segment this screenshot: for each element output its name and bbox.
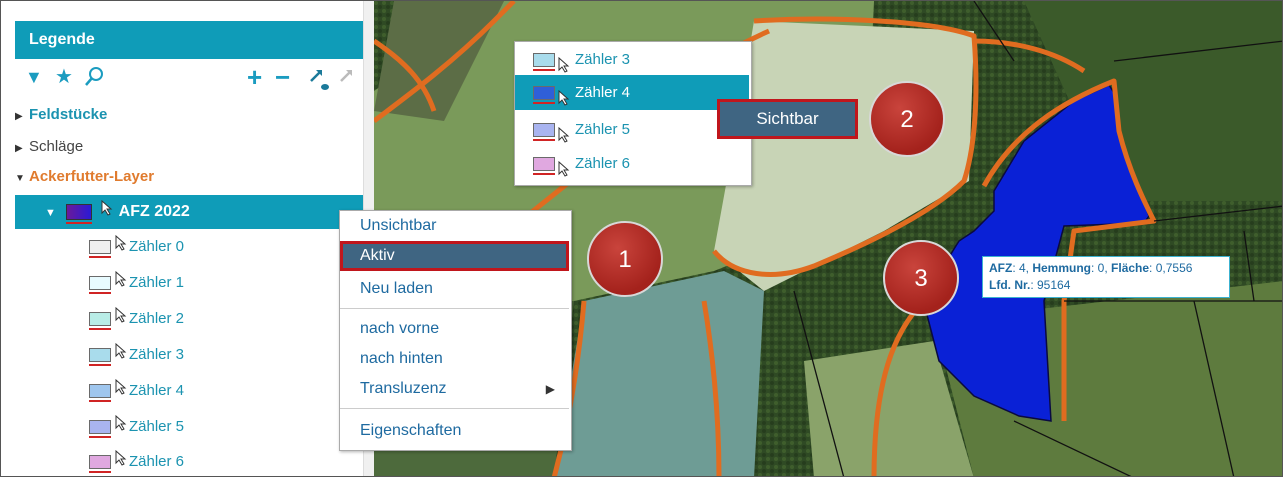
legend-counter-0[interactable]: Zähler 0 [89, 234, 184, 259]
layer-color-swatch [66, 204, 93, 224]
collapse-arrow-icon[interactable]: ▼ [15, 166, 29, 192]
expand-arrow-icon[interactable]: ▶ [15, 104, 29, 130]
menu-separator [340, 408, 569, 409]
menu-item-label: Transluzenz [360, 380, 447, 397]
tree-item-feldstuecke[interactable]: ▶ Feldstücke [15, 102, 107, 128]
tooltip-line-2: Lfd. Nr.: 95164 [989, 278, 1071, 292]
legend-counter-1[interactable]: Zähler 1 [89, 270, 184, 295]
layer-row-afz-2022[interactable]: ▼ AFZ 2022 [15, 195, 363, 229]
menu-item-nach-hinten[interactable]: nach hinten [340, 344, 569, 374]
pointer-icon [115, 306, 127, 331]
expand-arrow-icon[interactable]: ▶ [15, 136, 29, 162]
counter-color-swatch [533, 53, 555, 71]
expand-all-icon[interactable]: + [247, 64, 262, 90]
layer-context-menu: Unsichtbar Aktiv Neu laden nach vorne na… [339, 210, 572, 451]
legend-counter-6[interactable]: Zähler 6 [89, 449, 184, 474]
search-icon[interactable] [83, 65, 105, 95]
counter-color-swatch [89, 384, 111, 403]
submenu-item-zaehler-5[interactable]: Zähler 5 [515, 112, 749, 147]
pointer-icon [115, 270, 127, 295]
collapse-arrow-icon[interactable]: ▼ [45, 207, 56, 219]
field-info-tooltip: AFZ: 4, Hemmung: 0, Fläche: 0,7556 Lfd. … [982, 256, 1230, 298]
legend-panel: Legende ▼ ★ + − ▶ Feldstücke ▶ Schläge ▼ Ac… [1, 1, 374, 476]
tree-item-schlaege[interactable]: ▶ Schläge [15, 134, 83, 160]
menu-item-eigenschaften[interactable]: Eigenschaften [340, 416, 569, 446]
legend-counter-4[interactable]: Zähler 4 [89, 378, 184, 403]
counter-color-swatch [89, 348, 111, 367]
menu-item-neu-laden[interactable]: Neu laden [340, 274, 569, 304]
counter-color-swatch [89, 276, 111, 295]
counter-color-swatch [533, 123, 555, 141]
counter-color-swatch [89, 240, 111, 259]
pointer-icon [115, 414, 127, 439]
sichtbar-button[interactable]: Sichtbar [717, 99, 858, 139]
filter-icon[interactable]: ▼ [25, 65, 43, 89]
collapse-all-icon[interactable]: − [275, 64, 290, 90]
counter-color-swatch [89, 312, 111, 331]
screenshot-frame: Legende ▼ ★ + − ▶ Feldstücke ▶ Schläge ▼ Ac… [0, 0, 1283, 477]
menu-item-transluzenz[interactable]: Transluzenz ▶ [340, 374, 569, 404]
menu-item-aktiv[interactable]: Aktiv [340, 241, 569, 271]
pointer-icon [115, 449, 127, 474]
counter-color-swatch [533, 86, 555, 104]
pointer-icon [115, 342, 127, 367]
legend-counter-5[interactable]: Zähler 5 [89, 414, 184, 439]
pointer-icon [115, 378, 127, 403]
submenu-item-zaehler-3[interactable]: Zähler 3 [515, 42, 749, 77]
pointer-icon [101, 195, 113, 229]
legend-toolbar: ▼ ★ + − [15, 61, 367, 93]
legend-title: Legende [15, 21, 367, 59]
step-badge-1: 1 [587, 221, 663, 297]
tree-item-ackerfutter-layer[interactable]: ▼ Ackerfutter-Layer [15, 164, 154, 190]
legend-counter-2[interactable]: Zähler 2 [89, 306, 184, 331]
legend-counter-3[interactable]: Zähler 3 [89, 342, 184, 367]
menu-item-unsichtbar[interactable]: Unsichtbar [340, 211, 569, 241]
submenu-item-zaehler-4[interactable]: Zähler 4 [515, 75, 749, 110]
pointer-icon [115, 234, 127, 259]
menu-separator [340, 308, 569, 309]
tooltip-line-1: AFZ: 4, Hemmung: 0, Fläche: 0,7556 [989, 261, 1193, 275]
counter-color-swatch [89, 420, 111, 439]
star-icon[interactable]: ★ [55, 65, 73, 89]
counter-color-swatch [533, 157, 555, 175]
submenu-arrow-icon: ▶ [545, 382, 555, 396]
step-badge-2: 2 [869, 81, 945, 157]
layer-label: AFZ 2022 [118, 203, 190, 221]
counter-color-swatch [89, 455, 111, 474]
submenu-item-zaehler-6[interactable]: Zähler 6 [515, 146, 749, 181]
disabled-arrow-icon [337, 65, 363, 99]
pointer-icon [558, 155, 570, 190]
step-badge-3: 3 [883, 240, 959, 316]
menu-item-nach-vorne[interactable]: nach vorne [340, 314, 569, 344]
visibility-arrow-icon[interactable] [307, 65, 333, 99]
